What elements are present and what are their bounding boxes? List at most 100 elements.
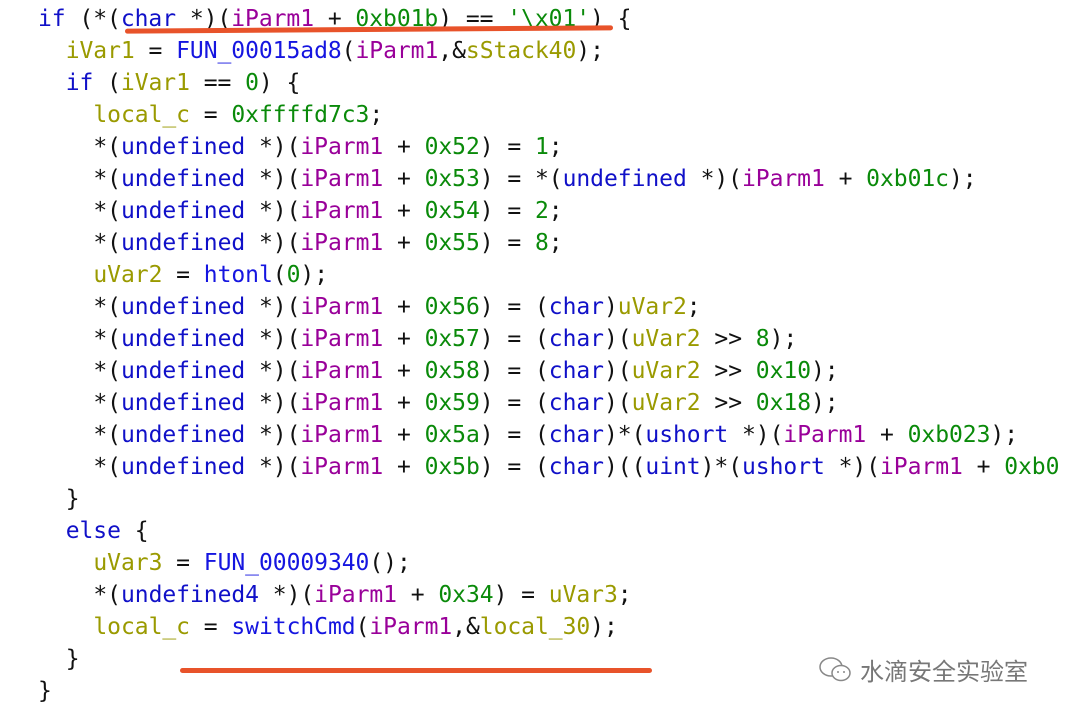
code-line: *(undefined *)(iParm1 + 0x53) = *(undefi… [38,163,1059,195]
code-token-kw: undefined [120,326,246,352]
code-token-pa: iParm1 [300,358,384,384]
code-token-va: uVar2 [93,262,163,288]
code-token-op: + [383,294,425,320]
code-token-nu: 0x54 [424,198,480,224]
code-token-kw: undefined [120,294,246,320]
code-token-op: } [38,678,52,704]
code-token-op: = [134,38,177,64]
code-token-op: ( [341,38,356,64]
code-line: *(undefined *)(iParm1 + 0x5b) = (char)((… [38,451,1059,483]
code-token-op: ( [355,614,370,640]
code-token-fn: switchCmd [231,614,356,640]
code-token-op: { [120,518,149,544]
code-token-op: + [383,166,425,192]
code-token-op: *)( [245,358,301,384]
code-token-kw: ushort [645,422,729,448]
code-token-kw: undefined [562,166,687,192]
code-token-op: ); [948,166,977,192]
code-token-pa: iParm1 [300,166,384,192]
code-token-nu: 0xffffd7c3 [231,102,370,128]
code-token-op: *)( [686,166,742,192]
code-token-nu: 0 [245,70,259,96]
code-token-nu: 0x18 [755,390,811,416]
code-token-op: *( [93,134,121,160]
code-token-op: (*( [65,6,121,32]
code-token-op: )*( [700,454,742,480]
code-token-op: ); [811,358,839,384]
code-token-op: *)( [728,422,784,448]
code-token-kw: undefined [120,390,246,416]
code-token-nu: 0x5b [424,454,480,480]
code-token-nu: 0x10 [755,358,811,384]
code-token-kw: if [65,70,94,96]
code-token-op: >> [700,326,756,352]
code-token-op: *( [93,198,121,224]
code-line: *(undefined *)(iParm1 + 0x57) = (char)(u… [38,323,1059,355]
code-token-op: ); [990,422,1018,448]
code-token-op: *)( [245,230,301,256]
code-token-op: ) { [258,70,301,96]
code-token-op: ) = [479,134,535,160]
code-token-op: = [162,262,204,288]
code-token-kw: undefined [120,134,246,160]
code-token-kw: if [38,6,66,32]
code-token-nu: 0x58 [424,358,480,384]
code-token-kw: undefined [120,198,246,224]
code-token-op: *)( [245,454,301,480]
code-token-op: + [396,582,439,608]
code-token-op: ( [272,262,287,288]
code-token-op: ,& [438,38,466,64]
code-token-nu: 0 [286,262,301,288]
code-token-op: + [962,454,1005,480]
code-token-op: ) = ( [479,454,549,480]
code-token-op: } [65,646,80,672]
code-token-op: + [383,326,425,352]
code-token-nu: 0x56 [424,294,480,320]
wechat-icon [819,656,851,681]
code-token-op: = [189,614,232,640]
code-token-va: uVar2 [631,390,701,416]
code-token-op: *( [93,326,121,352]
code-token-op: ) = ( [479,326,549,352]
code-line: uVar3 = FUN_00009340(); [38,547,1059,579]
code-token-pa: iParm1 [355,38,439,64]
code-token-pa: iParm1 [741,166,825,192]
decompiled-code: if (*(char *)(iParm1 + 0xb01b) == '\x01'… [38,3,1059,707]
code-token-kw: undefined [120,230,246,256]
code-token-op: ) = [493,582,549,608]
code-token-op: *)( [824,454,880,480]
code-token-op: *)( [245,134,301,160]
code-token-op: ; [369,102,384,128]
code-token-pa: iParm1 [783,422,867,448]
code-token-nu: 0x59 [424,390,480,416]
code-token-op: *( [93,582,121,608]
code-token-kw: else [65,518,121,544]
code-token-op: + [866,422,908,448]
code-token-op: ) = [479,230,535,256]
code-token-op: ) = ( [479,294,549,320]
code-token-op: ); [576,38,604,64]
code-token-pa: iParm1 [300,198,384,224]
code-line: *(undefined4 *)(iParm1 + 0x34) = uVar3; [38,579,1059,611]
code-token-op: ( [93,70,121,96]
code-token-op: ; [686,294,701,320]
code-line: if (iVar1 == 0) { [38,67,1059,99]
code-token-kw: char [548,390,604,416]
code-token-kw: char [548,358,604,384]
code-token-op: )( [603,390,632,416]
code-token-op: *)( [245,422,301,448]
code-token-op: + [383,134,425,160]
code-token-kw: undefined4 [120,582,259,608]
code-token-op: *( [93,390,121,416]
code-token-fn: FUN_00009340 [203,550,370,576]
code-line: *(undefined *)(iParm1 + 0x58) = (char)(u… [38,355,1059,387]
code-line: *(undefined *)(iParm1 + 0x56) = (char)uV… [38,291,1059,323]
code-line: local_c = 0xffffd7c3; [38,99,1059,131]
code-token-nu: 0xb023 [907,422,991,448]
code-token-op: ) [603,294,618,320]
code-token-va: iVar1 [65,38,135,64]
code-line: local_c = switchCmd(iParm1,&local_30); [38,611,1059,643]
code-token-op: *)( [245,294,301,320]
code-token-op: ; [548,230,563,256]
code-token-kw: undefined [120,358,246,384]
